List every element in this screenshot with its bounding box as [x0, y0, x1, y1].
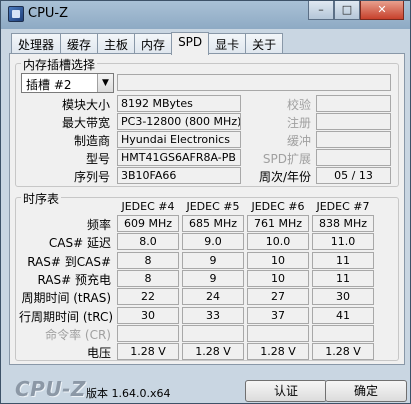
tab-processor[interactable]: 处理器: [11, 33, 62, 54]
tab-bar: 处理器 缓存 主板 内存 SPD 显卡 关于: [11, 32, 284, 55]
buffered-field: [316, 131, 391, 148]
timing-value-field: 9.0: [182, 233, 244, 250]
correction-label: 校验: [286, 98, 311, 112]
cpuz-logo: CPU-Z: [15, 377, 86, 401]
correction-field: [316, 95, 391, 112]
timing-value-field: 838 MHz: [312, 215, 374, 232]
week-year-field: 05 / 13: [316, 167, 391, 184]
timing-value-field: 685 MHz: [182, 215, 244, 232]
timing-column-head: JEDEC #7: [316, 200, 370, 213]
serial-number-label: 序列号: [73, 170, 110, 184]
week-year-label: 周次/年份: [258, 170, 311, 184]
title-bar[interactable]: CPU-Z – □ ✕: [1, 1, 410, 29]
timing-value-field: 41: [312, 307, 374, 324]
ok-button[interactable]: 确定: [325, 380, 407, 402]
window-title: CPU-Z: [28, 6, 69, 21]
memory-slot-group-title: 内存插槽选择: [21, 56, 98, 73]
timing-column-head: JEDEC #6: [251, 200, 305, 213]
spd-ext-label: SPD扩展: [262, 152, 311, 166]
minimize-button[interactable]: –: [308, 1, 334, 20]
timing-value-field: [247, 325, 309, 342]
timing-value-field: [312, 325, 374, 342]
timing-row-label: RAS# 到CAS#: [27, 255, 111, 269]
tab-cache[interactable]: 缓存: [60, 33, 99, 54]
timing-value-field: 27: [247, 288, 309, 305]
tab-spd[interactable]: SPD: [171, 32, 210, 55]
buffered-label: 缓冲: [286, 134, 311, 148]
timing-row-label: 频率: [86, 218, 111, 232]
timing-value-field: 10: [247, 270, 309, 287]
timing-row-label: 命令率 (CR): [45, 328, 111, 342]
timing-value-field: 9: [182, 252, 244, 269]
serial-number-field: 3B10FA66: [117, 167, 241, 184]
timing-value-field: [117, 325, 179, 342]
timing-value-field: 11: [312, 270, 374, 287]
module-size-field: 8192 MBytes: [117, 95, 241, 112]
timing-value-field: 22: [117, 288, 179, 305]
timing-value-field: 11: [312, 252, 374, 269]
slot-select-value: 插槽 #2: [26, 78, 72, 92]
max-bandwidth-label: 最大带宽: [61, 116, 110, 130]
timing-value-field: 24: [182, 288, 244, 305]
timing-value-field: 9: [182, 270, 244, 287]
timing-value-field: 10.0: [247, 233, 309, 250]
maximize-button[interactable]: □: [334, 1, 360, 20]
timing-value-field: 1.28 V: [247, 343, 309, 360]
registered-label: 注册: [286, 116, 311, 130]
timing-value-field: [182, 325, 244, 342]
slot-select[interactable]: 插槽 #2 ▼: [21, 73, 114, 93]
cpuz-app-icon: [8, 6, 24, 22]
timing-value-field: 30: [312, 288, 374, 305]
chevron-down-icon[interactable]: ▼: [97, 74, 113, 92]
timing-value-field: 10: [247, 252, 309, 269]
timing-row-label: 电压: [86, 346, 111, 360]
version-text: 版本 1.64.0.x64: [86, 387, 171, 400]
timing-row-label: 周期时间 (tRAS): [21, 291, 111, 305]
module-type-field: [117, 74, 391, 91]
tab-memory[interactable]: 内存: [134, 33, 173, 54]
timing-row-label: 行周期时间 (tRC): [19, 310, 114, 324]
timing-value-field: 30: [117, 307, 179, 324]
timing-value-field: 1.28 V: [312, 343, 374, 360]
timing-column-head: JEDEC #5: [186, 200, 240, 213]
timing-value-field: 609 MHz: [117, 215, 179, 232]
timing-value-field: 8: [117, 252, 179, 269]
spd-ext-field: [316, 149, 391, 166]
manufacturer-label: 制造商: [73, 134, 110, 148]
close-button[interactable]: ✕: [360, 1, 404, 20]
timing-value-field: 761 MHz: [247, 215, 309, 232]
timing-row-label: CAS# 延迟: [48, 236, 111, 250]
timing-value-field: 8.0: [117, 233, 179, 250]
timings-group-title: 时序表: [21, 190, 62, 207]
timing-value-field: 33: [182, 307, 244, 324]
timing-row-label: RAS# 预充电: [37, 273, 111, 287]
tab-about[interactable]: 关于: [245, 33, 284, 54]
timing-value-field: 11.0: [312, 233, 374, 250]
timing-value-field: 1.28 V: [182, 343, 244, 360]
max-bandwidth-field: PC3-12800 (800 MHz): [117, 113, 241, 130]
manufacturer-field: Hyundai Electronics: [117, 131, 241, 148]
timing-value-field: 37: [247, 307, 309, 324]
tab-mainboard[interactable]: 主板: [97, 33, 136, 54]
tab-graphics[interactable]: 显卡: [208, 33, 247, 54]
registered-field: [316, 113, 391, 130]
validate-button[interactable]: 认证: [245, 380, 327, 402]
module-size-label: 模块大小: [61, 98, 110, 112]
timing-value-field: 8: [117, 270, 179, 287]
timing-value-field: 1.28 V: [117, 343, 179, 360]
timing-column-head: JEDEC #4: [121, 200, 175, 213]
cpuz-window: CPU-Z – □ ✕ 处理器 缓存 主板 内存 SPD 显卡 关于 内存插槽选…: [0, 0, 411, 404]
part-number-field: HMT41GS6AFR8A-PB: [117, 149, 241, 166]
part-number-label: 型号: [85, 152, 110, 166]
